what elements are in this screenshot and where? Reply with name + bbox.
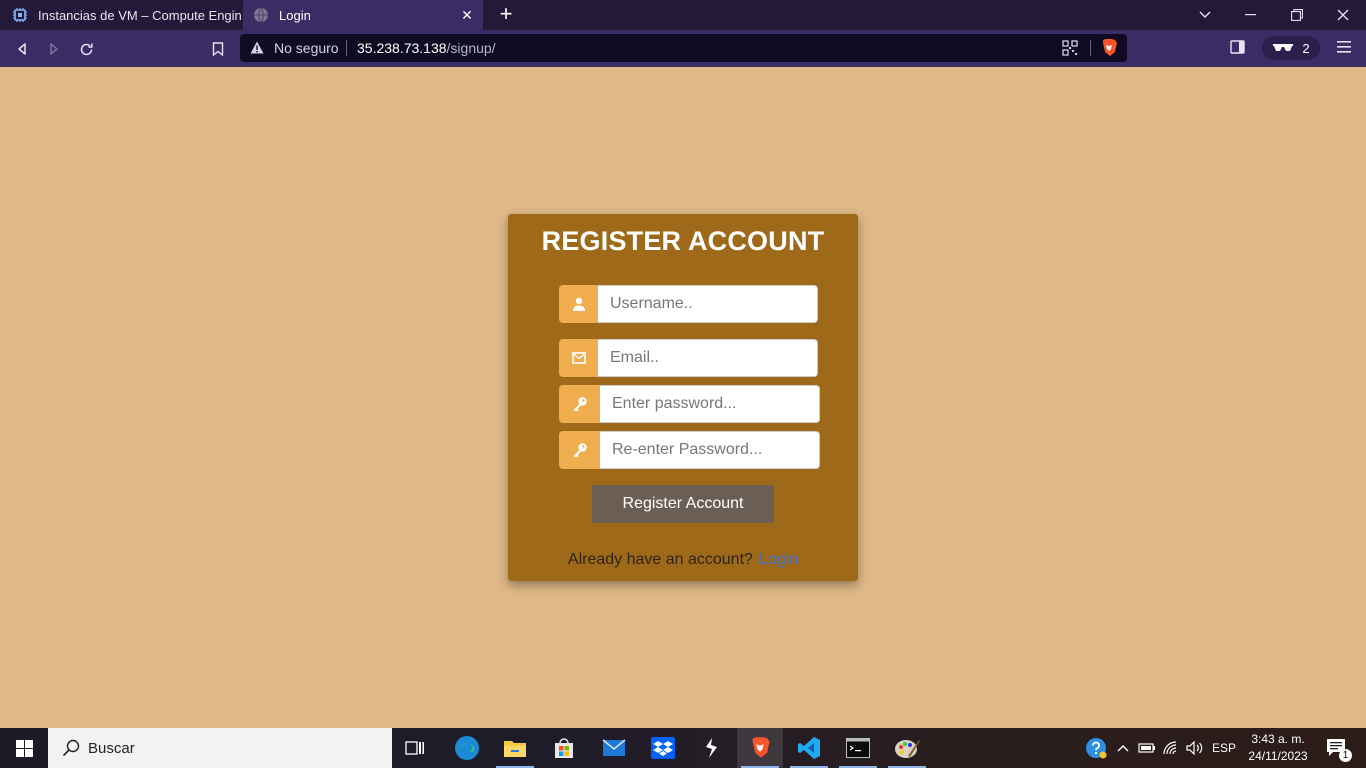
help-tray-icon[interactable] <box>1084 728 1108 768</box>
back-button[interactable] <box>11 38 33 60</box>
chevron-up-icon <box>1117 745 1129 752</box>
terminal-icon <box>846 738 870 758</box>
url-divider <box>1090 40 1091 56</box>
url-text[interactable]: 35.238.73.138/signup/ <box>357 40 496 56</box>
sublime-app[interactable] <box>688 728 734 768</box>
address-bar[interactable]: No seguro 35.238.73.138/signup/ <box>240 34 1127 62</box>
forward-button[interactable] <box>43 38 65 60</box>
sidebar-toggle-icon[interactable] <box>1230 40 1246 54</box>
wifi-tray[interactable] <box>1160 728 1182 768</box>
login-prompt-line: Already have an account? Login <box>508 551 858 569</box>
envelope-icon <box>559 339 598 377</box>
password-field-group <box>559 385 820 423</box>
username-field-group <box>559 285 818 323</box>
brave-app[interactable] <box>737 728 783 768</box>
speaker-icon <box>1186 741 1203 755</box>
windows-taskbar: Buscar ESP 3:43 a. m. 24/11/2023 1 <box>0 728 1366 768</box>
vpn-count: 2 <box>1302 40 1310 56</box>
mail-app[interactable] <box>591 728 637 768</box>
brave-icon <box>752 737 770 758</box>
show-hidden-icons[interactable] <box>1114 728 1132 768</box>
microsoft-store-app[interactable] <box>541 728 587 768</box>
repassword-field-group <box>559 431 820 469</box>
restore-button[interactable] <box>1274 0 1320 30</box>
help-icon <box>1086 738 1107 759</box>
task-view-icon <box>405 741 424 755</box>
browser-tab-bar: Instancias de VM – Compute Engine – Logi… <box>0 0 1366 30</box>
bookmark-icon[interactable] <box>207 38 229 60</box>
dropbox-app[interactable] <box>640 728 686 768</box>
wifi-icon <box>1163 741 1177 755</box>
search-placeholder: Buscar <box>88 740 135 757</box>
notification-count: 1 <box>1339 749 1352 762</box>
vpn-badge[interactable]: 2 <box>1262 36 1320 60</box>
register-card: REGISTER ACCOUNT Register Account Alread… <box>508 214 858 581</box>
url-divider <box>346 40 347 56</box>
login-link[interactable]: Login <box>759 551 798 568</box>
url-path: /signup/ <box>446 40 496 56</box>
file-explorer-app[interactable] <box>492 728 538 768</box>
search-icon <box>62 739 80 757</box>
close-tab-icon[interactable]: ✕ <box>457 7 477 24</box>
mail-icon <box>602 739 626 756</box>
compute-engine-icon <box>13 8 27 22</box>
sunglasses-icon <box>1273 44 1294 51</box>
qr-code-icon[interactable] <box>1062 40 1078 56</box>
warning-icon <box>250 41 264 54</box>
store-icon <box>555 738 573 758</box>
paint-palette-icon <box>895 740 920 758</box>
brave-shields-icon[interactable] <box>1100 38 1118 58</box>
url-host: 35.238.73.138 <box>357 40 447 56</box>
tab-login[interactable]: Login ✕ <box>243 0 483 30</box>
key-icon <box>559 431 600 469</box>
edge-icon <box>455 736 479 760</box>
folder-icon <box>504 741 526 757</box>
tab-search-chevron-icon[interactable] <box>1182 0 1228 30</box>
tab-title: Login <box>279 7 311 23</box>
email-field-group <box>559 339 818 377</box>
username-input[interactable] <box>598 285 818 323</box>
task-view-button[interactable] <box>392 728 438 768</box>
windows-logo-icon <box>15 739 33 757</box>
password-input[interactable] <box>600 385 820 423</box>
new-tab-button[interactable]: + <box>495 3 517 27</box>
security-label[interactable]: No seguro <box>274 40 339 56</box>
edge-app[interactable] <box>444 728 490 768</box>
clock-date: 24/11/2023 <box>1248 749 1308 763</box>
close-window-button[interactable] <box>1320 0 1366 30</box>
vscode-app[interactable] <box>786 728 832 768</box>
tab-title: Instancias de VM – Compute Engine – <box>38 7 242 23</box>
paint-app[interactable] <box>884 728 930 768</box>
dropbox-icon <box>651 737 675 759</box>
globe-icon <box>254 7 268 23</box>
language-indicator[interactable]: ESP <box>1208 728 1240 768</box>
key-icon <box>559 385 600 423</box>
notification-center-button[interactable]: 1 <box>1320 728 1354 768</box>
clock-time: 3:43 a. m. <box>1251 732 1305 746</box>
clock[interactable]: 3:43 a. m. 24/11/2023 <box>1240 731 1316 765</box>
taskbar-search[interactable]: Buscar <box>48 728 392 768</box>
browser-toolbar: No seguro 35.238.73.138/signup/ 2 <box>0 30 1366 67</box>
page-title: REGISTER ACCOUNT <box>541 226 825 256</box>
login-prompt-text: Already have an account? <box>567 551 753 568</box>
minimize-button[interactable] <box>1228 0 1274 30</box>
hamburger-menu-icon[interactable] <box>1336 40 1352 54</box>
reload-button[interactable] <box>75 38 97 60</box>
register-account-button[interactable]: Register Account <box>592 485 774 523</box>
volume-tray[interactable] <box>1184 728 1206 768</box>
start-button[interactable] <box>0 728 48 768</box>
battery-tray[interactable] <box>1136 728 1158 768</box>
tab-vm-instances[interactable]: Instancias de VM – Compute Engine – <box>0 0 242 30</box>
email-input[interactable] <box>598 339 818 377</box>
battery-icon <box>1138 743 1155 753</box>
user-icon <box>559 285 598 323</box>
terminal-app[interactable] <box>835 728 881 768</box>
sublime-icon <box>706 738 717 758</box>
vscode-icon <box>798 737 820 759</box>
repassword-input[interactable] <box>600 431 820 469</box>
